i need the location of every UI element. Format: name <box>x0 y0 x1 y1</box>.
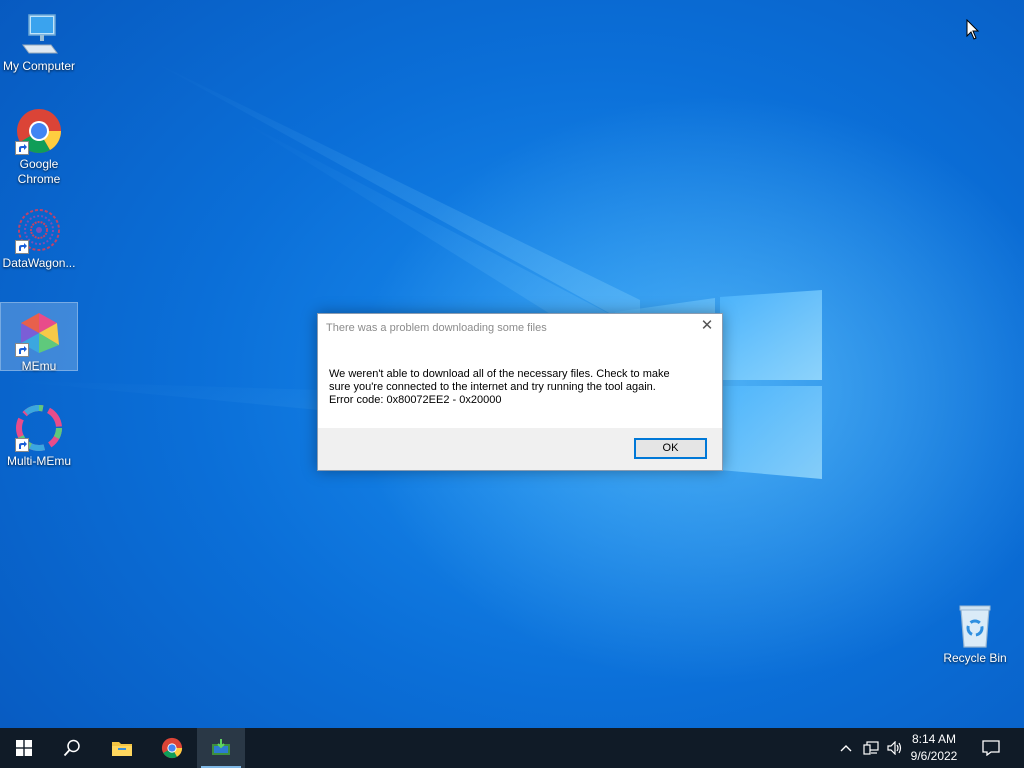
shortcut-arrow-icon <box>15 438 29 452</box>
taskbar-media-creation-tool[interactable] <box>197 728 245 768</box>
close-icon[interactable]: ✕ <box>700 318 714 333</box>
file-explorer-icon <box>112 742 132 756</box>
datawagon-icon <box>15 206 63 254</box>
action-center-button[interactable] <box>978 728 1004 768</box>
start-icon <box>16 740 32 756</box>
desktop-icon-google-chrome[interactable]: Google Chrome <box>1 101 77 187</box>
ok-button[interactable]: OK <box>634 438 707 459</box>
dialog-message-line: We weren't able to download all of the n… <box>329 368 670 380</box>
recycle-bin-icon <box>951 601 999 649</box>
clock[interactable]: 8:14 AM 9/6/2022 <box>906 731 962 765</box>
dialog-error-code: Error code: 0x80072EE2 - 0x20000 <box>329 394 502 406</box>
search-icon <box>63 739 80 757</box>
dialog-footer: OK <box>318 428 722 470</box>
media-creation-tool-icon <box>212 739 230 755</box>
volume-button[interactable] <box>884 728 906 768</box>
taskbar-chrome[interactable] <box>148 728 196 768</box>
taskbar: 8:14 AM 9/6/2022 <box>0 728 1024 768</box>
mouse-cursor-icon <box>966 19 980 40</box>
dialog-message-line: sure you're connected to the internet an… <box>329 381 656 393</box>
icon-label: Multi-MEmu <box>6 454 71 468</box>
shortcut-arrow-icon <box>15 141 29 155</box>
action-center-icon <box>982 740 1000 756</box>
computer-icon <box>15 9 63 57</box>
dialog-message: We weren't able to download all of the n… <box>329 368 709 407</box>
clock-date: 9/6/2022 <box>910 749 958 763</box>
chrome-icon <box>15 107 63 155</box>
show-hidden-icons-button[interactable] <box>836 728 856 768</box>
desktop-icon-memu[interactable]: MEmu <box>0 302 78 373</box>
desktop-background: My Computer Google Chrome DataWagon... M… <box>0 0 1024 728</box>
desktop-icon-datawagon[interactable]: DataWagon... <box>1 200 77 271</box>
memu-icon <box>15 309 63 357</box>
multi-memu-icon <box>15 404 63 452</box>
network-button[interactable] <box>860 728 882 768</box>
error-dialog: There was a problem downloading some fil… <box>317 313 723 471</box>
search-button[interactable] <box>48 728 96 768</box>
icon-label: Recycle Bin <box>943 651 1007 665</box>
icon-label: DataWagon... <box>2 256 76 270</box>
taskbar-file-explorer[interactable] <box>98 728 146 768</box>
desktop-icon-multi-memu[interactable]: Multi-MEmu <box>1 398 77 469</box>
shortcut-arrow-icon <box>15 343 29 357</box>
dialog-title: There was a problem downloading some fil… <box>326 322 547 334</box>
icon-label: My Computer <box>2 59 76 73</box>
start-button[interactable] <box>0 728 48 768</box>
chrome-icon <box>161 737 183 759</box>
volume-icon <box>887 741 902 755</box>
network-icon <box>863 741 879 755</box>
chevron-up-icon <box>840 745 852 752</box>
desktop-icon-my-computer[interactable]: My Computer <box>1 3 77 74</box>
clock-time: 8:14 AM <box>911 732 957 746</box>
shortcut-arrow-icon <box>15 240 29 254</box>
icon-label: MEmu <box>21 359 57 373</box>
icon-label: Google Chrome <box>17 157 61 186</box>
desktop-icon-recycle-bin[interactable]: Recycle Bin <box>937 595 1013 666</box>
